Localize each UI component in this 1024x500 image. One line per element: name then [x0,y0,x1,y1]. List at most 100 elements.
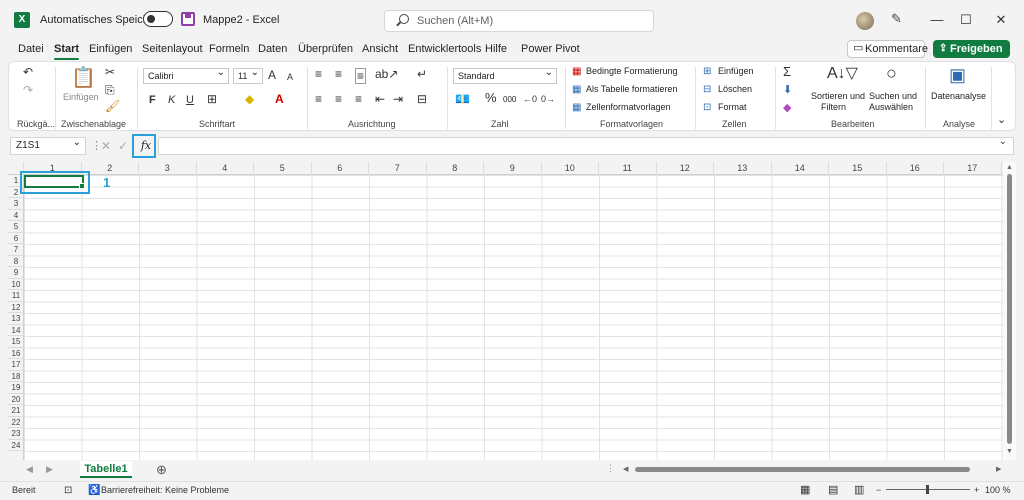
percent-button[interactable]: % [485,91,497,104]
row-header[interactable]: 6 [8,233,24,244]
font-color-icon[interactable]: A [275,93,284,105]
column-header[interactable]: 16 [887,162,944,175]
save-icon[interactable] [181,12,195,26]
format-painter-icon[interactable]: 🖌 [105,100,120,112]
thousands-button[interactable]: 000 [503,95,516,104]
formula-input[interactable] [158,136,1014,155]
column-header[interactable]: 13 [714,162,772,175]
normal-view-icon[interactable]: ▦ [800,483,810,496]
row-header[interactable]: 16 [8,348,24,359]
indent-increase-icon[interactable]: ⇥ [393,93,403,105]
font-grow-icon[interactable]: A [268,69,276,81]
row-header[interactable]: 9 [8,267,24,279]
tab-power-pivot[interactable]: Power Pivot [521,43,580,55]
autosave-toggle[interactable] [143,11,173,27]
add-sheet-button[interactable]: ⊕ [156,462,167,478]
column-header[interactable]: 4 [197,162,254,175]
sheet-next-icon[interactable]: ▶ [46,464,53,475]
scroll-right-icon[interactable]: ▶ [996,465,1001,473]
tab-start[interactable]: Start [54,43,80,60]
underline-button[interactable]: U [186,94,194,106]
sheet-tab-tabelle1[interactable]: Tabelle1 [80,461,132,478]
column-header[interactable]: 12 [657,162,714,175]
format-cells-button[interactable]: Format [718,102,747,112]
insert-cells-button[interactable]: Einfügen [718,66,754,76]
column-header[interactable]: 11 [599,162,657,175]
macro-record-icon[interactable]: ⊡ [64,485,72,496]
pen-icon[interactable]: ✎ [891,12,903,25]
status-accessibility[interactable]: Barrierefreiheit: Keine Probleme [101,485,229,495]
align-center-icon[interactable]: ≡ [335,93,342,105]
row-header[interactable]: 18 [8,371,24,382]
name-box[interactable]: Z1S1 [10,135,86,155]
align-top-icon[interactable]: ≡ [315,68,322,80]
ribbon-collapse-icon[interactable]: ⌄ [997,114,1006,126]
align-left-icon[interactable]: ≡ [315,93,322,105]
row-header[interactable]: 14 [8,325,24,336]
row-header[interactable]: 21 [8,405,24,417]
row-header[interactable]: 20 [8,394,24,405]
worksheet-grid[interactable]: 1 2 3 4 5 6 7 8 9 10 11 12 13 14 15 16 17 1 2 3 4 5 6 7 8 9 10 11 1… [8,162,1003,460]
sort-filter-label-2[interactable]: Filtern [821,102,846,112]
zoom-level[interactable]: 100 % [985,485,1011,495]
column-header[interactable]: 2 [82,162,139,175]
tab-ansicht[interactable]: Ansicht [362,43,398,55]
tab-hilfe[interactable]: Hilfe [485,43,507,55]
column-header[interactable]: 9 [484,162,542,175]
scroll-up-icon[interactable]: ▲ [1006,164,1013,171]
search-box[interactable]: Suchen (Alt+M) [384,10,654,32]
fill-color-icon[interactable]: ◆ [245,93,254,105]
column-header[interactable]: 3 [139,162,197,175]
autosum-button[interactable]: Σ [783,65,791,78]
share-button[interactable]: Freigeben [933,40,1010,58]
hscroll-handle-icon[interactable]: ⋮ [606,463,615,474]
tab-einfuegen[interactable]: Einfügen [89,43,132,55]
column-header[interactable]: 10 [542,162,599,175]
paste-button[interactable]: Einfügen [63,92,99,102]
orientation-icon[interactable]: ab↗ [375,68,398,80]
align-bottom-icon[interactable]: ≡ [355,68,367,84]
border-icon[interactable]: ⊞ [207,93,217,105]
zoom-out-icon[interactable]: − [876,485,881,495]
scroll-left-icon[interactable]: ◀ [623,465,628,473]
row-header[interactable]: 10 [8,279,24,290]
row-header[interactable]: 15 [8,336,24,348]
avatar[interactable] [856,12,874,30]
format-as-table-button[interactable]: Als Tabelle formatieren [586,84,677,94]
row-header[interactable]: 7 [8,244,24,256]
page-break-icon[interactable]: ▥ [854,483,864,496]
find-select-label-1[interactable]: Suchen und [869,91,917,101]
minimize-button[interactable]: — [929,12,945,28]
sheet-prev-icon[interactable]: ◀ [26,464,33,475]
italic-button[interactable]: K [168,94,175,106]
row-header[interactable]: 8 [8,256,24,267]
wrap-text-icon[interactable]: ↵ [417,68,427,80]
vertical-scroll-thumb[interactable] [1007,174,1012,444]
tab-formeln[interactable]: Formeln [209,43,249,55]
column-header[interactable]: 14 [772,162,829,175]
row-header[interactable]: 13 [8,313,24,325]
align-right-icon[interactable]: ≡ [355,93,362,105]
close-button[interactable]: ✕ [993,12,1009,28]
number-format-select[interactable]: Standard [453,66,557,84]
tab-datei[interactable]: Datei [18,43,44,55]
font-size-select[interactable]: 11 [233,66,263,84]
row-header[interactable]: 4 [8,210,24,221]
tab-seitenlayout[interactable]: Seitenlayout [142,43,203,55]
tab-daten[interactable]: Daten [258,43,287,55]
zoom-in-icon[interactable]: + [974,485,979,495]
column-header[interactable]: 15 [829,162,887,175]
row-header[interactable]: 23 [8,428,24,440]
row-header[interactable]: 3 [8,198,24,210]
currency-icon[interactable]: 💶 [455,93,470,105]
tab-entwicklertools[interactable]: Entwicklertools [408,43,481,55]
horizontal-scroll-thumb[interactable] [635,467,970,472]
cancel-icon[interactable]: ✕ [101,139,111,153]
align-middle-icon[interactable]: ≡ [335,68,342,80]
undo-icon[interactable]: ↶ [23,66,33,78]
delete-cells-button[interactable]: Löschen [718,84,752,94]
cut-icon[interactable]: ✂ [105,66,115,78]
fill-icon[interactable]: ⬇ [783,84,792,96]
indent-decrease-icon[interactable]: ⇤ [375,93,385,105]
redo-icon[interactable]: ↷ [23,84,33,96]
